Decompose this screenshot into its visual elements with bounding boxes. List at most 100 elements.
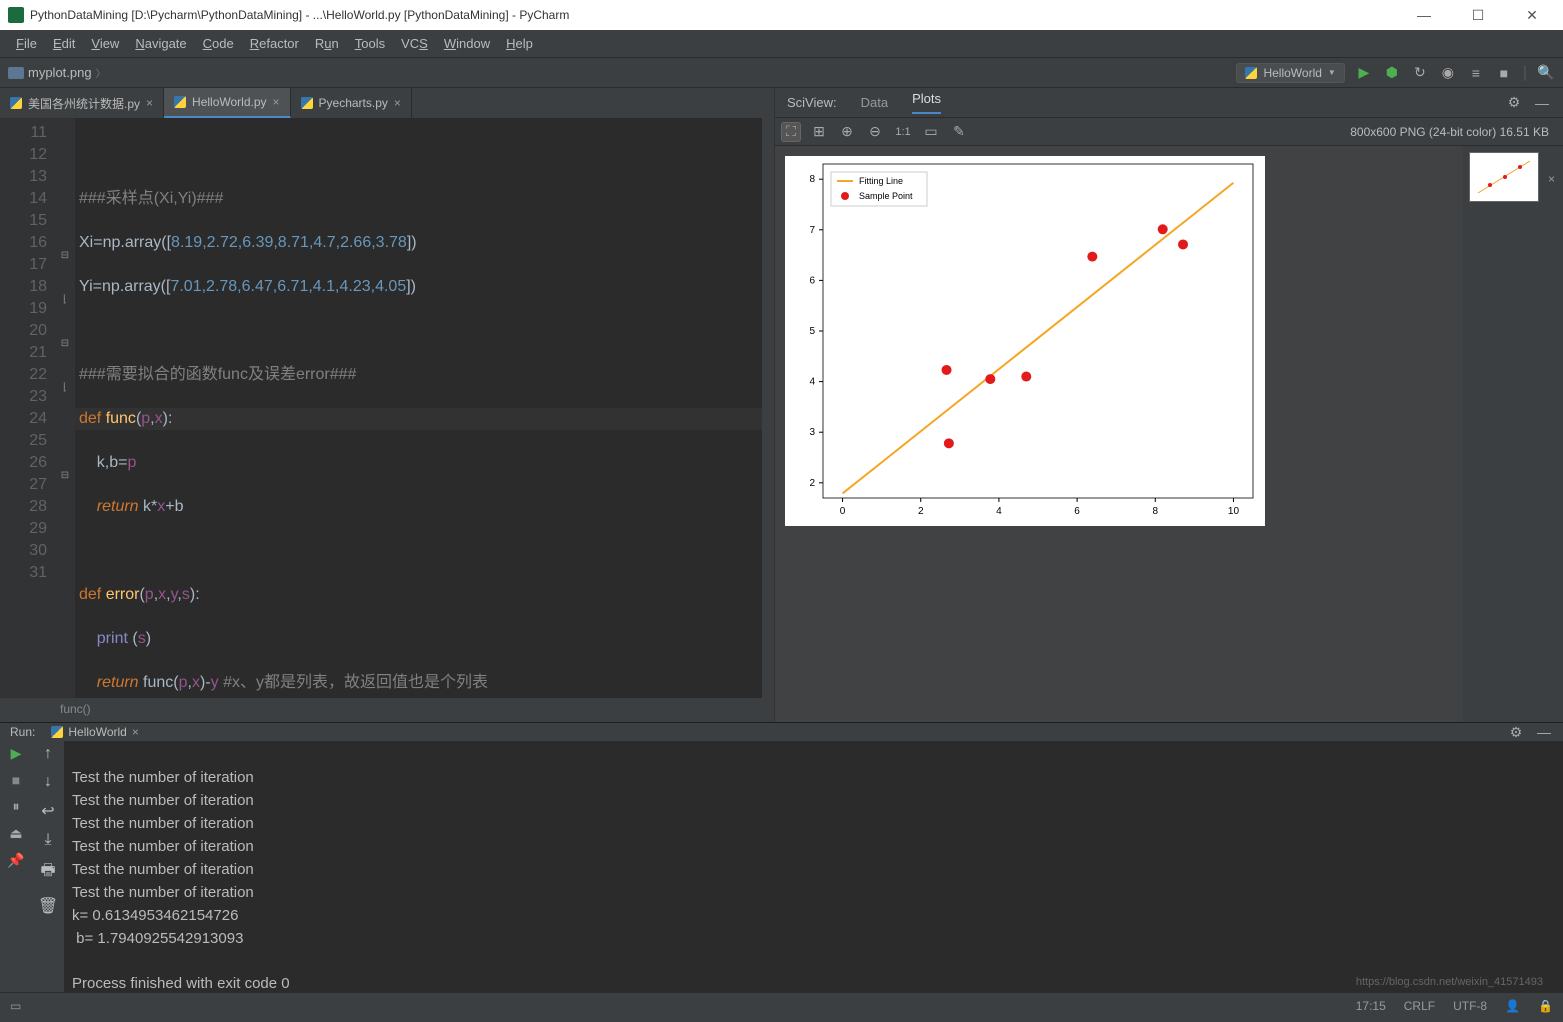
menu-help[interactable]: Help (498, 36, 541, 51)
run-button[interactable]: ▶ (1355, 64, 1373, 82)
run-config-name: HelloWorld (1263, 66, 1321, 80)
plot-thumb[interactable] (1469, 152, 1539, 202)
chart: 02468102345678Fitting LineSample Point (785, 156, 1265, 526)
stop-button[interactable]: ■ (1495, 64, 1513, 82)
console-output[interactable]: Test the number of iteration Test the nu… (64, 741, 1563, 1022)
run-config-dropdown[interactable]: HelloWorld ▼ (1236, 63, 1344, 83)
actual-size-button[interactable]: 1:1 (893, 122, 913, 142)
python-icon (10, 97, 22, 109)
python-icon (51, 726, 63, 738)
minimize-panel-icon[interactable]: — (1535, 723, 1553, 741)
color-picker-icon[interactable]: ✎ (949, 122, 969, 142)
close-button[interactable]: ✕ (1517, 7, 1547, 24)
menu-code[interactable]: Code (195, 36, 242, 51)
save-icon[interactable]: ▭ (921, 122, 941, 142)
menu-tools[interactable]: Tools (347, 36, 393, 51)
python-icon (301, 97, 313, 109)
indicator-icon[interactable]: 👤 (1505, 999, 1520, 1013)
menu-run[interactable]: Run (307, 36, 347, 51)
svg-text:0: 0 (840, 506, 846, 517)
coverage-button[interactable]: ↻ (1411, 64, 1429, 82)
watermark: https://blog.csdn.net/weixin_41571493 (1356, 976, 1543, 988)
gear-icon[interactable]: ⚙ (1505, 94, 1523, 112)
code-editor[interactable]: 1112 1314 1516 1718 1920 2122 2324 2526 … (0, 118, 774, 698)
minimize-button[interactable]: — (1409, 7, 1439, 24)
tab-file-2[interactable]: Pyecharts.py× (291, 88, 412, 118)
menu-navigate[interactable]: Navigate (127, 36, 194, 51)
sciview-tab-plots[interactable]: Plots (912, 91, 941, 114)
pin-button[interactable]: 📌 (7, 852, 24, 869)
exit-button[interactable]: ⏏ (9, 825, 22, 842)
svg-text:Fitting Line: Fitting Line (859, 176, 903, 186)
close-icon[interactable]: × (132, 725, 139, 739)
plot-thumbnails: × (1463, 146, 1563, 722)
close-icon[interactable]: × (394, 96, 401, 110)
menu-file[interactable]: File (8, 36, 45, 51)
tab-file-0[interactable]: 美国各州统计数据.py× (0, 88, 164, 118)
chevron-right-icon: 〉 (96, 65, 106, 80)
app-icon (8, 7, 24, 23)
zoom-in-icon[interactable]: ⊕ (837, 122, 857, 142)
menu-view[interactable]: View (83, 36, 127, 51)
svg-text:8: 8 (809, 174, 815, 185)
zoom-out-icon[interactable]: ⊖ (865, 122, 885, 142)
close-icon[interactable]: × (273, 95, 280, 109)
cursor-position[interactable]: 17:15 (1356, 999, 1386, 1013)
menu-edit[interactable]: Edit (45, 36, 83, 51)
file-encoding[interactable]: UTF-8 (1453, 999, 1487, 1013)
status-left-icon[interactable]: ▭ (10, 999, 21, 1013)
image-info: 800x600 PNG (24-bit color) 16.51 KB (1350, 125, 1549, 139)
lock-icon[interactable]: 🔒 (1538, 999, 1553, 1013)
profile-button[interactable]: ◉ (1439, 64, 1457, 82)
line-separator[interactable]: CRLF (1404, 999, 1435, 1013)
maximize-button[interactable]: ☐ (1463, 7, 1493, 24)
run-actions-column: ▶ ■ ⏸ ⏏ 📌 (0, 741, 32, 1022)
close-icon[interactable]: × (1548, 172, 1555, 186)
pause-button[interactable]: ⏸ (13, 798, 20, 815)
plot-canvas[interactable]: 02468102345678Fitting LineSample Point (775, 146, 1463, 722)
plot-toolbar: ⛶ ⊞ ⊕ ⊖ 1:1 ▭ ✎ 800x600 PNG (24-bit colo… (775, 118, 1563, 146)
menu-vcs[interactable]: VCS (393, 36, 436, 51)
debug-button[interactable]: ⬢ (1383, 64, 1401, 82)
line-number-gutter: 1112 1314 1516 1718 1920 2122 2324 2526 … (0, 118, 55, 698)
svg-text:10: 10 (1228, 506, 1240, 517)
minimap[interactable] (762, 118, 774, 698)
fit-window-icon[interactable]: ⛶ (781, 122, 801, 142)
editor-tabs: 美国各州统计数据.py× HelloWorld.py× Pyecharts.py… (0, 88, 774, 118)
minimize-panel-icon[interactable]: — (1533, 94, 1551, 112)
down-icon[interactable]: ↓ (44, 773, 52, 791)
gear-icon[interactable]: ⚙ (1507, 723, 1525, 741)
title-bar: PythonDataMining [D:\Pycharm\PythonDataM… (0, 0, 1563, 30)
trash-icon[interactable]: 🗑 (38, 896, 58, 916)
run-tab[interactable]: HelloWorld × (51, 725, 138, 739)
up-icon[interactable]: ↑ (44, 745, 52, 763)
grid-icon[interactable]: ⊞ (809, 122, 829, 142)
menu-refactor[interactable]: Refactor (242, 36, 307, 51)
print-icon[interactable]: 🖶 (40, 859, 55, 886)
chevron-down-icon: ▼ (1328, 68, 1336, 77)
soft-wrap-icon[interactable]: ↩ (41, 801, 54, 821)
concurrency-button[interactable]: ≡ (1467, 64, 1485, 82)
navigation-bar: myplot.png 〉 HelloWorld ▼ ▶ ⬢ ↻ ◉ ≡ ■ | … (0, 58, 1563, 88)
svg-text:8: 8 (1152, 506, 1158, 517)
stop-button[interactable]: ■ (12, 772, 20, 788)
menu-window[interactable]: Window (436, 36, 498, 51)
breadcrumb-icon (8, 67, 24, 79)
svg-text:2: 2 (809, 478, 815, 489)
console-actions-column: ↑ ↓ ↩ ⤓ 🖶 🗑 (32, 741, 64, 1022)
scroll-end-icon[interactable]: ⤓ (44, 831, 51, 849)
code-content[interactable]: ###采样点(Xi,Yi)### Xi=np.array([8.19,2.72,… (75, 118, 762, 698)
editor-breadcrumb[interactable]: func() (0, 698, 774, 722)
menu-bar: File Edit View Navigate Code Refactor Ru… (0, 30, 1563, 58)
close-icon[interactable]: × (146, 96, 153, 110)
sciview-panel: SciView: Data Plots ⚙ — ⛶ ⊞ ⊕ ⊖ 1:1 ▭ ✎ … (775, 88, 1563, 722)
sciview-tab-data[interactable]: Data (861, 95, 888, 110)
svg-text:7: 7 (809, 225, 815, 236)
search-everywhere-button[interactable]: 🔍 (1537, 64, 1555, 82)
python-icon (174, 96, 186, 108)
breadcrumb-item[interactable]: myplot.png (28, 65, 92, 80)
sciview-label: SciView: (787, 95, 837, 110)
svg-text:4: 4 (996, 506, 1002, 517)
rerun-button[interactable]: ▶ (11, 745, 22, 762)
tab-file-1[interactable]: HelloWorld.py× (164, 88, 291, 118)
